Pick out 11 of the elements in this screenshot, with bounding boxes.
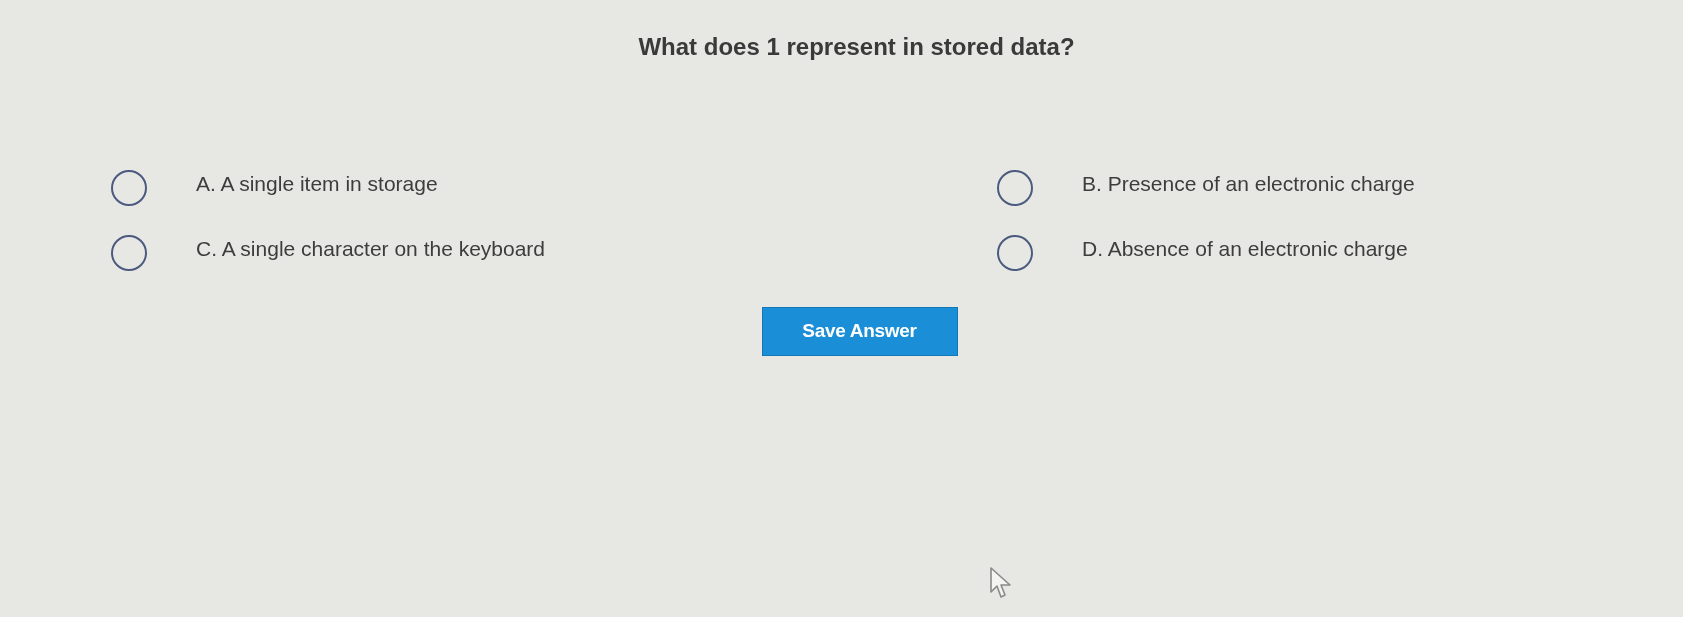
radio-button[interactable] [997, 170, 1033, 206]
option-label[interactable]: C. A single character on the keyboard [196, 233, 546, 265]
radio-button[interactable] [997, 235, 1033, 271]
option-label[interactable]: D. Absence of an electronic charge [1082, 233, 1408, 265]
question-text: What does 1 represent in stored data? [638, 32, 1075, 62]
option-label[interactable]: A. A single item in storage [196, 168, 438, 200]
radio-button[interactable] [111, 170, 147, 206]
save-answer-button[interactable]: Save Answer [761, 307, 958, 356]
mouse-pointer-icon [989, 566, 1013, 600]
radio-button[interactable] [111, 235, 147, 271]
option-label[interactable]: B. Presence of an electronic charge [1082, 168, 1415, 200]
